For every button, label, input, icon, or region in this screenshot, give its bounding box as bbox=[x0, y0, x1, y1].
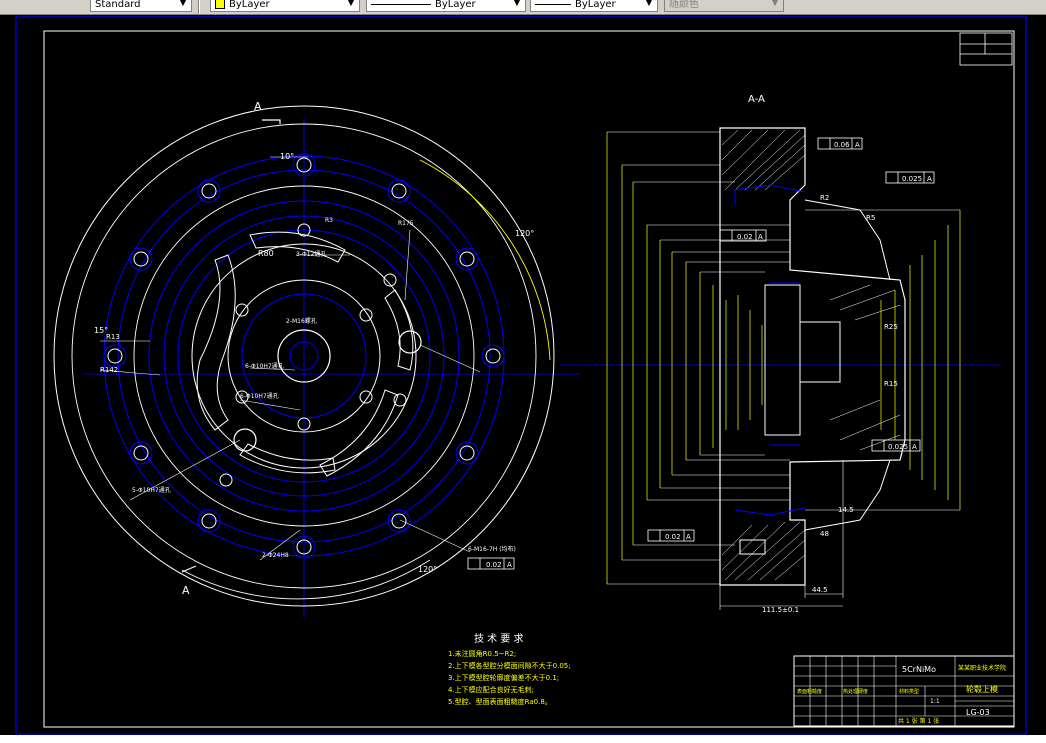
tech-line-5: 5.型腔、型面表面粗糙度Ra0.8。 bbox=[448, 697, 552, 706]
dim-r3: R3 bbox=[325, 217, 333, 224]
section-mark-bottom: A bbox=[182, 584, 190, 597]
dim-r2: R2 bbox=[820, 194, 829, 202]
label-holes-5: 5-Φ10H7通孔 bbox=[132, 486, 171, 494]
dim-48: 48 bbox=[820, 530, 829, 538]
linetype-value: ByLayer bbox=[435, 0, 476, 10]
chevron-down-icon: ▼ bbox=[347, 0, 355, 8]
tol-value-left: 0.02 bbox=[486, 561, 502, 569]
tb-sheets: 共 1 张 第 1 张 bbox=[898, 717, 939, 725]
dim-r142: R142 bbox=[100, 366, 118, 374]
layer-value: ByLayer bbox=[229, 0, 270, 10]
dim-1115: 111.5±0.1 bbox=[762, 606, 799, 614]
dim-145: 14.5 bbox=[838, 506, 854, 514]
tb-rough-label-3: 材料类型 bbox=[899, 688, 919, 695]
tol-value-left-bottom: 0.02 bbox=[665, 533, 681, 541]
chevron-down-icon: ▼ bbox=[179, 0, 187, 8]
label-holes-6: 6-Φ10H7通孔 bbox=[245, 362, 284, 370]
tech-line-2: 2.上下模各型腔分模面间隙不大于0.05; bbox=[448, 661, 571, 670]
tech-line-4: 4.上下模应配合良好无毛刺; bbox=[448, 685, 534, 694]
label-holes-2-24: 2-Φ24H8 bbox=[262, 552, 289, 559]
layer-dropdown[interactable]: ByLayer ▼ bbox=[210, 0, 360, 12]
label-holes-6b: 6-Φ10H7通孔 bbox=[240, 392, 279, 400]
tech-line-1: 1.未注圆角R0.5~R2; bbox=[448, 649, 516, 658]
label-holes-3: 3-Φ12通孔 bbox=[296, 250, 326, 258]
toolbar-separator bbox=[198, 0, 200, 14]
lineweight-value: ByLayer bbox=[575, 0, 616, 10]
plotstyle-dropdown[interactable]: 随颜色 ▼ bbox=[664, 0, 784, 12]
command-line[interactable] bbox=[0, 735, 1046, 743]
dim-angle-120-top: 120° bbox=[515, 229, 534, 238]
section-mark-top: A bbox=[254, 100, 262, 113]
textstyle-value: Standard bbox=[95, 0, 141, 10]
dim-445: 44.5 bbox=[812, 586, 828, 594]
dim-r175: R175 bbox=[398, 220, 414, 227]
tb-part-name: 轮毂上模 bbox=[966, 684, 998, 694]
tol-value-mid: 0.02 bbox=[737, 233, 753, 241]
tol-datum-left-bottom: A bbox=[686, 533, 691, 541]
chevron-down-icon: ▼ bbox=[513, 0, 521, 8]
chevron-down-icon: ▼ bbox=[645, 0, 653, 8]
dim-r15: R15 bbox=[884, 380, 898, 388]
tb-school: 某某职业技术学院 bbox=[958, 664, 1006, 672]
linetype-preview-icon bbox=[371, 3, 431, 5]
tol-value-right-top: 0.025 bbox=[902, 175, 922, 183]
section-title: A-A bbox=[748, 94, 765, 105]
dim-r25: R25 bbox=[884, 323, 898, 331]
properties-toolbar: Standard ▼ ByLayer ▼ ByLayer ▼ ByLayer ▼… bbox=[0, 0, 1046, 15]
textstyle-icon[interactable] bbox=[68, 0, 80, 12]
tol-value-right-bottom: 0.025 bbox=[888, 443, 908, 451]
chevron-down-icon: ▼ bbox=[771, 0, 779, 8]
tech-title: 技 术 要 求 bbox=[474, 632, 524, 645]
lineweight-dropdown[interactable]: ByLayer ▼ bbox=[530, 0, 658, 12]
tol-datum-top: A bbox=[855, 141, 860, 149]
tol-datum-right-top: A bbox=[927, 175, 932, 183]
tech-line-3: 3.上下模型腔轮廓度偏差不大于0.1; bbox=[448, 673, 559, 682]
textstyle-dropdown[interactable]: Standard ▼ bbox=[90, 0, 192, 12]
tol-datum-left: A bbox=[507, 561, 512, 569]
label-holes-6m16: 6-M16-7H (均布) bbox=[468, 545, 516, 553]
tb-rough-label-2: 热处理硬度 bbox=[843, 688, 868, 695]
dim-angle-120-bottom: 120° bbox=[418, 565, 437, 574]
dim-angle-10: 10° bbox=[280, 152, 294, 161]
tb-rough-label-1: 表面粗糙度 bbox=[797, 688, 822, 695]
dim-r5: R5 bbox=[866, 214, 875, 222]
tol-datum-mid: A bbox=[758, 233, 763, 241]
tb-material: 5CrNiMo bbox=[902, 665, 936, 674]
dim-r13: R13 bbox=[106, 333, 120, 341]
drawing-canvas[interactable]: A A 10° 120° 120° 15° R80 R3 R175 R13 R1… bbox=[0, 15, 1046, 743]
tb-scale: 1:1 bbox=[930, 698, 940, 705]
plotstyle-value: 随颜色 bbox=[669, 0, 699, 10]
tb-drawing-no: LG-03 bbox=[966, 708, 990, 717]
color-swatch-icon bbox=[215, 0, 225, 9]
dim-r80: R80 bbox=[258, 249, 274, 258]
linetype-dropdown[interactable]: ByLayer ▼ bbox=[366, 0, 526, 12]
label-holes-2m16: 2-M16螺孔 bbox=[286, 317, 317, 325]
tol-datum-right-bottom: A bbox=[912, 443, 917, 451]
lineweight-preview-icon bbox=[535, 3, 571, 5]
tol-value-top: 0.06 bbox=[834, 141, 850, 149]
